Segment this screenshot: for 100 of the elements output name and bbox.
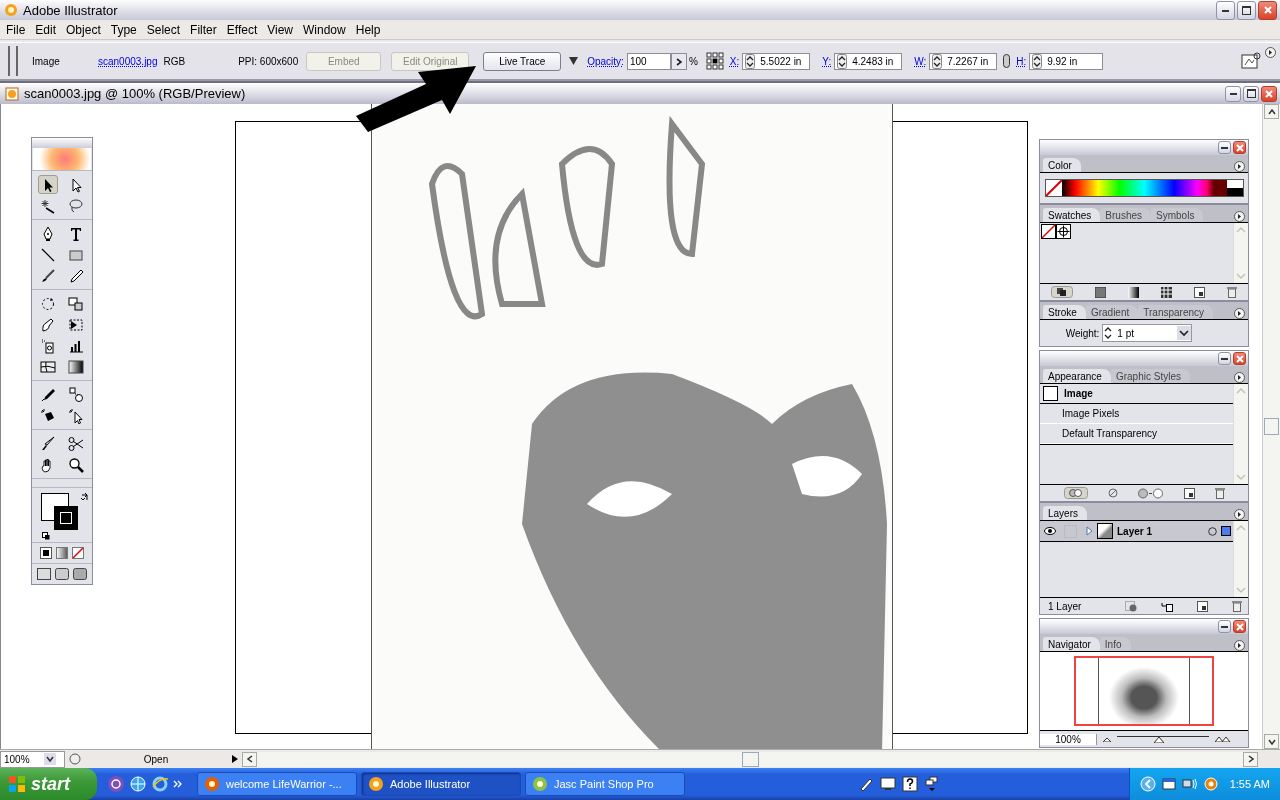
new-item-icon[interactable]: [1194, 286, 1205, 298]
taskbar-button[interactable]: Jasc Paint Shop Pro: [525, 772, 685, 796]
panel-menu-icon[interactable]: [1234, 509, 1245, 520]
menu-item[interactable]: Edit: [30, 22, 62, 37]
minimize-button[interactable]: [1218, 141, 1231, 154]
scroll-thumb[interactable]: [1264, 418, 1279, 435]
zoom-slider[interactable]: [1117, 735, 1209, 743]
monitor-icon[interactable]: [879, 776, 896, 792]
minimize-button[interactable]: [1216, 0, 1235, 20]
none-color-icon[interactable]: [1046, 180, 1062, 196]
gradient-tool[interactable]: [66, 357, 86, 376]
color-swatch-icon[interactable]: [1095, 286, 1106, 298]
palette-title-bar[interactable]: [1040, 140, 1248, 155]
spinner-icon[interactable]: [1103, 326, 1114, 340]
panel-menu-icon[interactable]: [1234, 211, 1245, 222]
panel-tab[interactable]: Color: [1043, 158, 1081, 172]
canvas[interactable]: Color Swatches Brushes Symbols Stroke Gradient Transparency Weight: 1 pt Appearance Graphic Styles Image Image Pixels Default Transparency Layers Layer 1 1 Layer Navigator Info 100%: [0, 104, 1262, 749]
window-icon[interactable]: [1161, 777, 1176, 791]
zoom-tool[interactable]: [66, 455, 86, 474]
screen-mode-icon[interactable]: [55, 568, 69, 580]
trash-icon[interactable]: [1214, 487, 1225, 499]
view-box[interactable]: [1074, 656, 1214, 726]
spinner-icon[interactable]: [745, 53, 756, 69]
menu-item[interactable]: View: [262, 22, 299, 37]
menu-item[interactable]: Object: [61, 22, 106, 37]
swatch-library-icon[interactable]: [1051, 286, 1073, 298]
default-colors-icon[interactable]: [42, 532, 50, 540]
menu-item[interactable]: Effect: [221, 22, 263, 37]
gradient-swatch-icon[interactable]: [1128, 286, 1139, 298]
coordinate-field[interactable]: 5.5022 in: [742, 52, 811, 70]
start-button[interactable]: start: [0, 768, 97, 800]
live-paint-selection-tool[interactable]: [66, 406, 86, 425]
taskbar-button[interactable]: Adobe Illustrator: [361, 772, 521, 796]
trash-icon[interactable]: [1232, 600, 1243, 612]
pattern-swatch-icon[interactable]: [1161, 286, 1172, 298]
eye-icon[interactable]: [1044, 527, 1056, 535]
menu-item[interactable]: Help: [350, 22, 386, 37]
none-mode-icon[interactable]: [72, 547, 84, 559]
close-button[interactable]: [1258, 0, 1277, 20]
clipping-mask-icon[interactable]: [1125, 600, 1138, 612]
scale-tool[interactable]: [66, 294, 86, 313]
slider-thumb-icon[interactable]: [1154, 736, 1164, 743]
scrollbar[interactable]: [1262, 104, 1280, 749]
reference-point-icon[interactable]: [705, 52, 724, 70]
panel-menu-icon[interactable]: [1265, 47, 1276, 58]
zoom-in-icon[interactable]: [1215, 736, 1231, 742]
chevron-icon[interactable]: [173, 779, 183, 789]
live-trace-button[interactable]: Live Trace: [483, 51, 562, 71]
panel-tab[interactable]: Appearance: [1043, 369, 1111, 383]
dropdown-icon[interactable]: [1177, 326, 1192, 340]
spinner-icon[interactable]: [837, 53, 848, 69]
expand-triangle-icon[interactable]: [1086, 526, 1093, 536]
antivirus-icon[interactable]: [1203, 777, 1218, 791]
taskbar-button[interactable]: welcome LifeWarrior -...: [197, 772, 357, 796]
zoom-out-icon[interactable]: [1103, 736, 1111, 742]
panel-menu-icon[interactable]: [1234, 640, 1245, 651]
status-icon[interactable]: [69, 753, 81, 765]
layer-name[interactable]: Layer 1: [1117, 525, 1204, 537]
scroll-left-button[interactable]: [242, 751, 257, 767]
blend-tool[interactable]: [66, 385, 86, 404]
windows-icon[interactable]: [923, 776, 940, 792]
close-button[interactable]: [1233, 620, 1246, 633]
palette-title-bar[interactable]: [1040, 619, 1248, 634]
screen-mode-icon[interactable]: [73, 568, 87, 580]
coordinate-label[interactable]: X:: [729, 55, 740, 67]
coordinate-label[interactable]: H:: [1016, 55, 1027, 67]
spinner-icon[interactable]: [1032, 53, 1043, 69]
spinner-icon[interactable]: [932, 53, 943, 69]
new-item-icon[interactable]: [1183, 487, 1195, 499]
panel-tab[interactable]: Navigator: [1043, 637, 1100, 651]
menu-item[interactable]: Window: [298, 22, 351, 37]
linked-file-link[interactable]: scan0003.jpg: [98, 55, 158, 67]
target-icon[interactable]: [1208, 526, 1217, 536]
reduce-icon[interactable]: [1137, 487, 1164, 499]
appearance-item[interactable]: Image: [1064, 388, 1093, 399]
coordinate-label[interactable]: W:: [914, 55, 927, 67]
panel-icon[interactable]: [1241, 52, 1261, 70]
status-text[interactable]: Open: [81, 753, 231, 765]
appearance-item[interactable]: Image Pixels: [1062, 408, 1120, 419]
panel-menu-icon[interactable]: [1234, 372, 1245, 383]
network-icon[interactable]: [1181, 777, 1198, 791]
minimize-button[interactable]: [1218, 352, 1231, 365]
scroll-down-button[interactable]: [1264, 734, 1279, 749]
link-chain-icon[interactable]: [1003, 54, 1011, 68]
panel-menu-icon[interactable]: [1234, 161, 1245, 172]
color-mode-icon[interactable]: [40, 547, 52, 559]
panel-tab[interactable]: Stroke: [1043, 305, 1086, 319]
clear-icon[interactable]: [1107, 488, 1118, 498]
gradient-mode-icon[interactable]: [56, 547, 68, 559]
dropdown-triangle-icon[interactable]: [569, 57, 579, 65]
browser-icon[interactable]: [151, 775, 169, 793]
menu-item[interactable]: Select: [141, 22, 186, 37]
new-sublayer-icon[interactable]: [1161, 600, 1174, 612]
menu-item[interactable]: Filter: [185, 22, 222, 37]
swap-arrows-icon[interactable]: [80, 492, 90, 502]
panel-tab[interactable]: Transparency: [1138, 305, 1214, 319]
appearance-item[interactable]: Default Transparency: [1062, 428, 1158, 439]
scroll-right-button[interactable]: [1243, 751, 1258, 767]
toggle-icon[interactable]: [1063, 487, 1088, 499]
palette-title-bar[interactable]: [1040, 351, 1248, 366]
